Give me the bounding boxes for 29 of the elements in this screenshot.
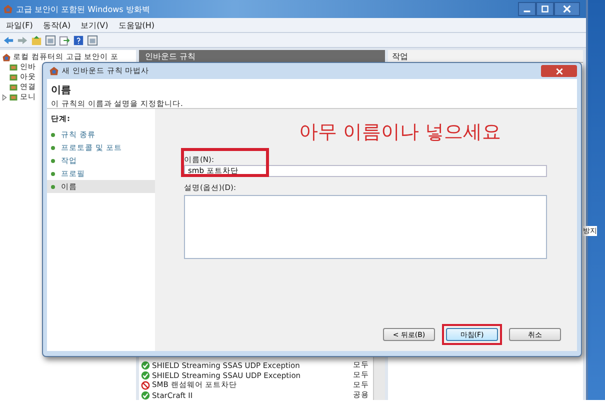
panel-icon[interactable] (87, 34, 98, 46)
pane-header: 작업 (388, 50, 583, 63)
folder-up-icon[interactable] (31, 34, 42, 46)
panel-icon[interactable] (45, 34, 56, 46)
close-icon (563, 5, 571, 13)
expand-arrow-icon[interactable] (2, 94, 7, 100)
shield-icon (2, 52, 11, 62)
export-icon[interactable] (59, 34, 70, 46)
back-arrow-icon[interactable] (3, 34, 14, 46)
maximize-icon (541, 5, 549, 13)
close-button[interactable] (554, 2, 580, 16)
pane-header: 인바운드 규칙 (139, 50, 385, 62)
close-button[interactable] (541, 65, 577, 77)
menu-item[interactable]: 보기(V) (80, 20, 108, 30)
menu-item[interactable]: 파일(F) (6, 20, 33, 30)
window-title: 고급 보안이 포함된 Windows 방화벽 (16, 4, 150, 14)
shield-icon (49, 66, 59, 76)
close-icon (556, 68, 562, 74)
menu-item[interactable]: 도움말(H) (118, 20, 155, 30)
page-heading: 이름 (51, 84, 72, 97)
prohibited-icon (141, 380, 150, 390)
menu-item[interactable]: 동작(A) (42, 20, 71, 30)
minimize-button[interactable] (518, 2, 536, 16)
shield-icon (3, 4, 13, 14)
annotation-text: 아무 이름이나 넣으세요 (299, 120, 502, 143)
forward-arrow-icon[interactable] (17, 34, 28, 46)
description-input[interactable] (184, 195, 547, 259)
maximize-button[interactable] (536, 2, 554, 16)
help-icon[interactable] (73, 34, 84, 46)
